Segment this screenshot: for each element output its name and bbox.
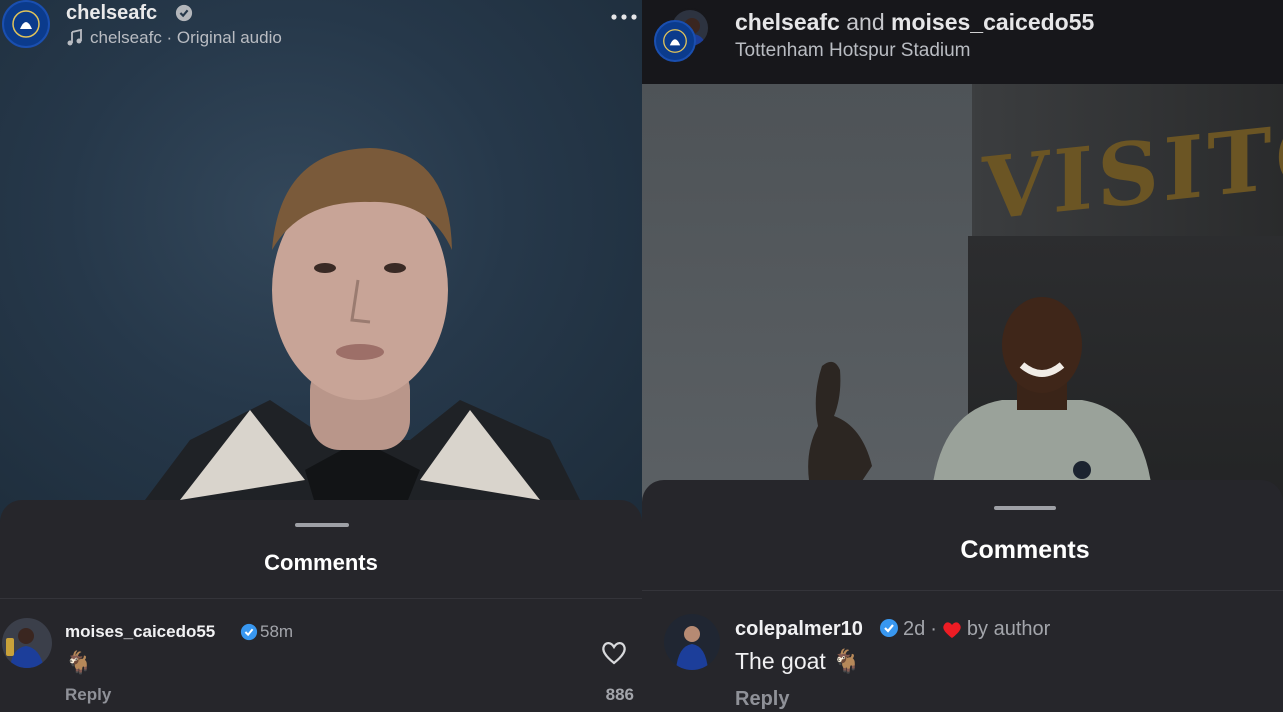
commenter-avatar[interactable] [2, 618, 52, 668]
author-heart-icon [943, 621, 961, 638]
comments-title: Comments [264, 550, 378, 575]
right-reel-panel: VISITO chelseafc and moises_caicedo55 To… [642, 0, 1283, 712]
liked-by-author-label: by author [966, 618, 1051, 640]
reply-button[interactable]: Reply [735, 688, 789, 711]
reel-video-left[interactable] [0, 0, 642, 530]
collaborator-username[interactable]: moises_caicedo55 [891, 9, 1094, 35]
more-dots-icon[interactable] [610, 12, 638, 22]
cockerel-statue-image [808, 361, 872, 496]
left-reel-panel: chelseafc chelseafc · Original audio Com… [0, 0, 642, 712]
post-username[interactable]: chelseafc [735, 9, 840, 35]
commenter-avatar[interactable] [664, 614, 720, 670]
comment-text: The goat 🐐 [735, 648, 861, 674]
commenter-username[interactable]: colepalmer10 [735, 618, 863, 641]
comment-text: 🐐 [65, 650, 93, 675]
commenter-avatar-image [664, 614, 720, 670]
player-portrait-image [130, 148, 590, 520]
verified-badge-icon [880, 619, 898, 637]
music-note-icon [67, 29, 82, 46]
chelsea-crest-icon [12, 10, 40, 38]
comments-sheet-right: Comments colepalmer10 2d · by author The… [642, 480, 1283, 712]
sheet-drag-handle[interactable] [994, 506, 1056, 510]
chelsea-crest-avatar[interactable] [654, 20, 696, 62]
like-heart-icon[interactable] [600, 640, 628, 666]
comment-time: 58m [260, 622, 294, 641]
comment-time: 2d [903, 618, 926, 640]
verified-badge-icon [240, 623, 258, 641]
chelsea-crest-icon [663, 29, 687, 53]
post-username[interactable]: chelseafc [66, 2, 157, 25]
player-smiling-image [932, 297, 1152, 490]
sheet-drag-handle[interactable] [295, 523, 349, 527]
divider [642, 590, 1283, 591]
location-label[interactable]: Tottenham Hotspur Stadium [735, 40, 971, 62]
comment-meta: 2d · by author [903, 618, 1050, 641]
reply-button[interactable]: Reply [65, 685, 111, 705]
verified-grey-icon [175, 4, 193, 22]
comments-title: Comments [960, 536, 1090, 564]
commenter-avatar-image [2, 618, 52, 668]
divider [0, 598, 642, 599]
meta-separator: · [930, 618, 937, 640]
post-header-right: chelseafc and moises_caicedo55 Tottenham… [642, 0, 1283, 84]
and-text: and [846, 9, 885, 35]
audio-attribution[interactable]: chelseafc · Original audio [66, 28, 282, 48]
comments-sheet-left: Comments moises_caicedo55 58m 🐐 Reply 88… [0, 500, 642, 712]
post-usernames[interactable]: chelseafc and moises_caicedo55 [735, 9, 1094, 36]
audio-label: chelseafc · Original audio [90, 28, 282, 47]
like-count: 886 [605, 685, 634, 704]
commenter-username[interactable]: moises_caicedo55 [65, 622, 215, 642]
chelsea-crest-avatar[interactable] [2, 0, 50, 48]
post-header: chelseafc chelseafc · Original audio [0, 0, 642, 60]
